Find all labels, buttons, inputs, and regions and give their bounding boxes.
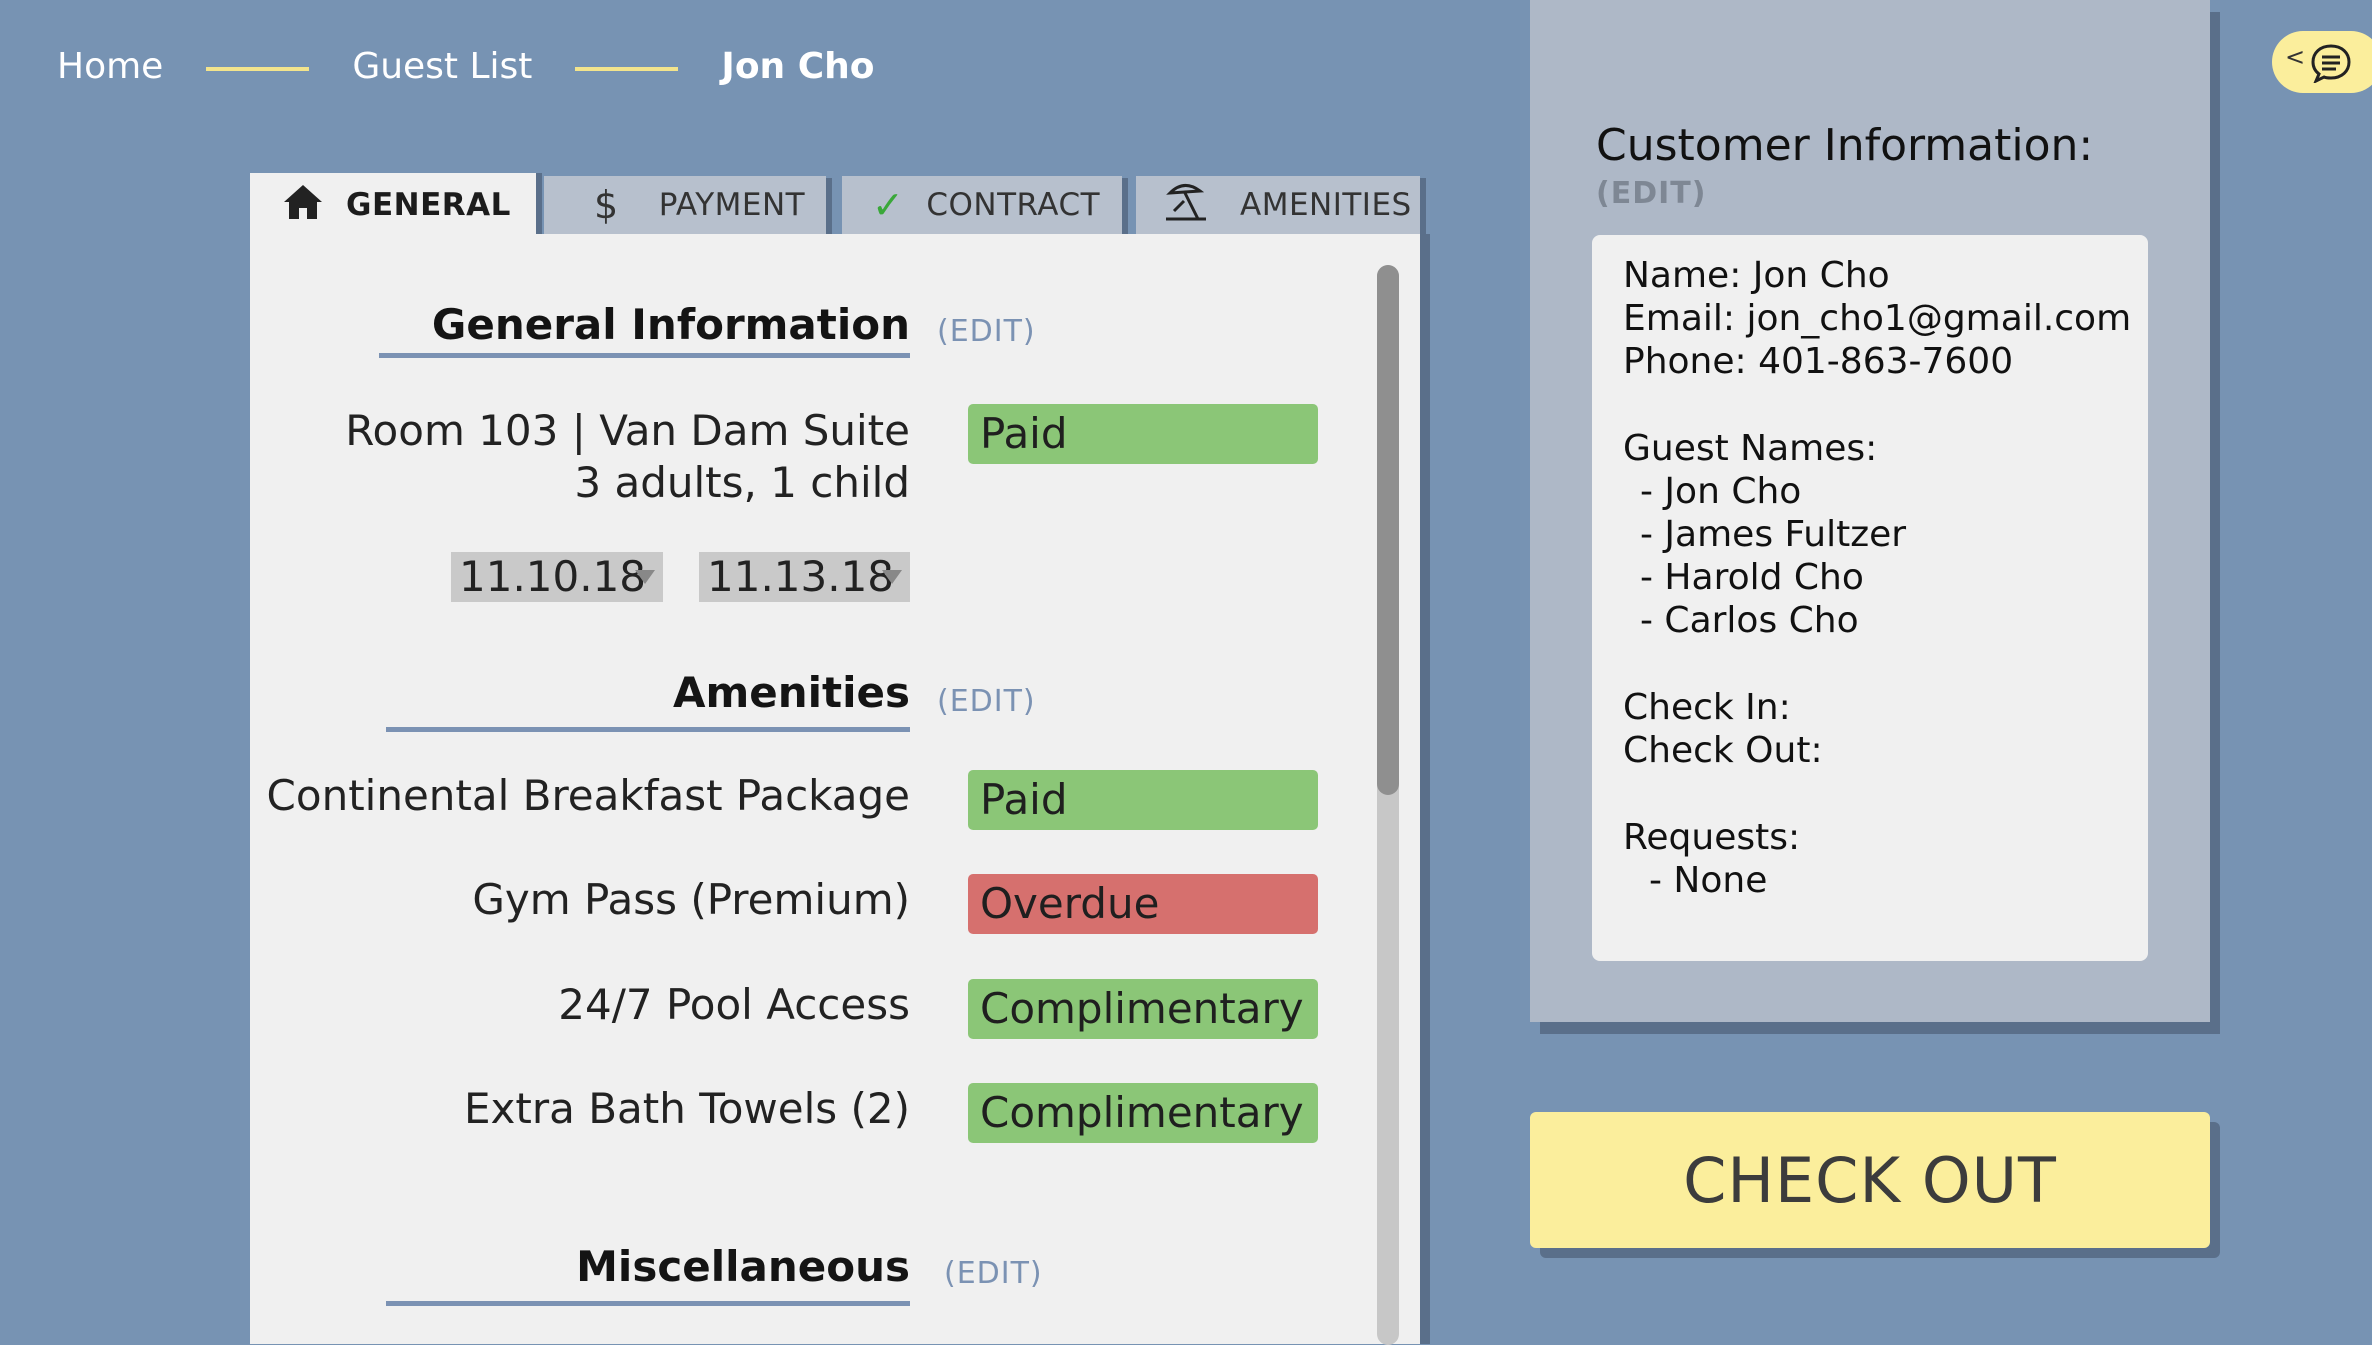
room-label: Room 103 | Van Dam Suite <box>345 406 910 455</box>
chat-toggle-button[interactable]: < <box>2272 31 2372 93</box>
amenity-name: 24/7 Pool Access <box>558 980 910 1029</box>
chevron-down-icon <box>635 570 655 584</box>
tab-payment-label: PAYMENT <box>658 187 806 223</box>
amenities-edit-link[interactable]: (EDIT) <box>937 684 1036 719</box>
check-in-date-value: 11.10.18 <box>459 552 647 601</box>
tab-amenities-label: AMENITIES <box>1240 187 1412 223</box>
chevron-down-icon <box>882 570 902 584</box>
collapse-arrow-icon: < <box>2285 43 2306 71</box>
customer-info-card: Name: Jon Cho Email: jon_cho1@gmail.com … <box>1592 235 2148 961</box>
check-in-label: Check In: <box>1623 687 1791 728</box>
tab-contract-label: CONTRACT <box>926 187 1101 223</box>
check-out-label: Check Out: <box>1623 730 1823 771</box>
room-status-badge: Paid <box>968 404 1318 464</box>
amenities-title: Amenities <box>672 668 910 717</box>
amenity-name: Gym Pass (Premium) <box>472 875 910 924</box>
amenity-status-badge: Complimentary <box>968 979 1318 1039</box>
misc-title: Miscellaneous <box>576 1242 910 1291</box>
tab-amenities[interactable]: AMENITIES <box>1136 176 1420 234</box>
section-underline <box>386 1301 910 1306</box>
general-edit-link[interactable]: (EDIT) <box>937 314 1036 349</box>
amenity-status-badge: Paid <box>968 770 1318 830</box>
beach-umbrella-icon <box>1162 181 1210 229</box>
guest-name: - Carlos Cho <box>1640 600 1859 641</box>
customer-email: Email: jon_cho1@gmail.com <box>1623 298 2132 339</box>
tab-general[interactable]: GENERAL <box>250 173 536 237</box>
customer-edit-link[interactable]: (EDIT) <box>1596 176 1706 211</box>
amenity-name: Continental Breakfast Package <box>266 771 910 820</box>
customer-info-title: Customer Information: <box>1596 120 2094 171</box>
guest-count-label: 3 adults, 1 child <box>574 458 910 507</box>
tab-contract[interactable]: ✓ CONTRACT <box>842 176 1122 234</box>
breadcrumb-guest-list[interactable]: Guest List <box>352 46 532 87</box>
guest-name: - Jon Cho <box>1640 471 1802 512</box>
misc-edit-link[interactable]: (EDIT) <box>944 1256 1043 1291</box>
breadcrumb: Home Guest List Jon Cho <box>57 40 875 92</box>
check-out-button[interactable]: CHECK OUT <box>1530 1112 2210 1248</box>
amenity-name: Extra Bath Towels (2) <box>463 1084 910 1133</box>
guest-name: - Harold Cho <box>1640 557 1864 598</box>
amenity-status-badge: Complimentary <box>968 1083 1318 1143</box>
breadcrumb-separator <box>575 67 679 71</box>
dollar-icon: $ <box>594 183 619 227</box>
breadcrumb-home[interactable]: Home <box>57 46 163 87</box>
guest-name: - James Fultzer <box>1640 514 1907 555</box>
section-underline <box>379 353 910 358</box>
check-out-date-value: 11.13.18 <box>707 552 895 601</box>
guest-names-label: Guest Names: <box>1623 428 1878 469</box>
check-out-date-select[interactable]: 11.13.18 <box>699 552 910 602</box>
check-in-date-select[interactable]: 11.10.18 <box>451 552 663 602</box>
breadcrumb-separator <box>206 67 310 71</box>
amenity-status-badge: Overdue <box>968 874 1318 934</box>
customer-phone: Phone: 401-863-7600 <box>1623 341 2014 382</box>
breadcrumb-current: Jon Cho <box>721 45 875 87</box>
checkmark-icon: ✓ <box>872 183 905 227</box>
tab-payment[interactable]: $ PAYMENT <box>544 176 826 234</box>
chat-icon <box>2311 44 2351 83</box>
general-info-title: General Information <box>431 300 910 349</box>
home-icon <box>282 182 324 228</box>
requests-label: Requests: <box>1623 817 1801 858</box>
customer-name: Name: Jon Cho <box>1623 255 1890 296</box>
scrollbar-thumb[interactable] <box>1377 265 1399 795</box>
tab-general-label: GENERAL <box>346 187 511 223</box>
request-item: - None <box>1649 860 1768 901</box>
section-underline <box>386 727 910 732</box>
